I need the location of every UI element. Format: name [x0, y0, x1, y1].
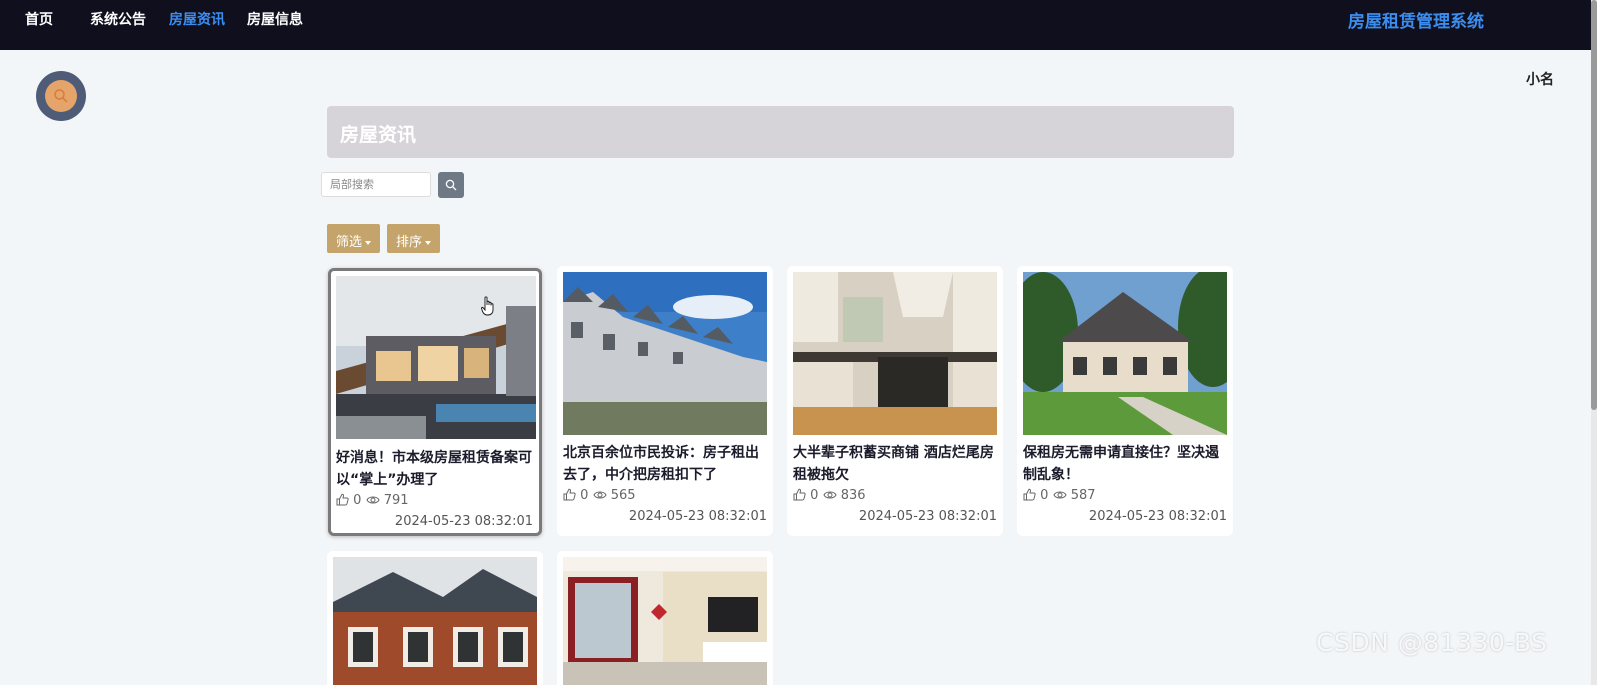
news-card-views: 565: [610, 488, 636, 503]
sort-dropdown-label: 排序: [396, 235, 423, 250]
brick-cottage-image: [333, 557, 537, 685]
news-card-title: 好消息！市本级房屋租赁备案可以“掌上”办理了: [336, 450, 532, 488]
news-card-date: 2024-05-23 08:32:01: [628, 509, 767, 524]
news-card-title: 保租房无需申请直接住？坚决遏制乱象！: [1023, 445, 1219, 483]
filter-dropdown-button[interactable]: 筛选: [327, 224, 381, 253]
eye-icon: [593, 491, 607, 499]
page-scrollbar-thumb[interactable]: [1591, 0, 1597, 410]
filter-dropdown-label: 筛选: [336, 235, 363, 250]
top-navbar: 首页 系统公告 房屋资讯 房屋信息 房屋租赁管理系统: [0, 0, 1597, 50]
news-card-image: [336, 276, 536, 439]
news-card-views: 791: [383, 493, 409, 508]
sort-dropdown-button[interactable]: 排序: [387, 224, 441, 253]
thumbs-up-icon: [563, 488, 576, 501]
kitchen-image: [793, 272, 997, 435]
floating-search-button[interactable]: [36, 71, 86, 121]
nav-item-home[interactable]: 首页: [25, 9, 53, 29]
news-card-image: [1023, 272, 1227, 435]
eye-icon: [366, 496, 380, 504]
thumbs-up-icon: [1023, 488, 1036, 501]
modern-villa-image: [336, 276, 536, 439]
news-card[interactable]: [327, 551, 543, 685]
news-card-title: 大半辈子积蓄买商铺 酒店烂尾房租被拖欠: [793, 445, 994, 483]
news-card-views: 836: [840, 488, 866, 503]
news-card-views: 587: [1070, 488, 1096, 503]
news-card-date: 2024-05-23 08:32:01: [1088, 509, 1227, 524]
news-card-image: [793, 272, 997, 435]
csdn-watermark: CSDN @81330-BS: [1316, 628, 1548, 657]
news-card[interactable]: 保租房无需申请直接住？坚决遏制乱象！ 0 587 2024-05-23 08:3…: [1017, 266, 1233, 536]
news-card-date: 2024-05-23 08:32:01: [394, 514, 533, 529]
news-card-image: [563, 272, 767, 435]
news-card-likes: 0: [1040, 488, 1049, 503]
eye-icon: [1053, 491, 1067, 499]
living-room-image: [563, 557, 767, 685]
caret-down-icon: [365, 240, 372, 245]
search-icon: [445, 179, 457, 191]
news-card-date: 2024-05-23 08:32:01: [858, 509, 997, 524]
caret-down-icon: [425, 240, 432, 245]
search-input[interactable]: [321, 172, 431, 197]
news-card-likes: 0: [810, 488, 819, 503]
news-card-stats: 0 587: [1023, 488, 1096, 503]
news-card[interactable]: 北京百余位市民投诉：房子租出去了，中介把房租扣下了 0 565 2024-05-…: [557, 266, 773, 536]
eye-icon: [823, 491, 837, 499]
suburban-house-image: [1023, 272, 1227, 435]
page-title-banner: 房屋资讯: [327, 106, 1234, 158]
system-brand-title: 房屋租赁管理系统: [1348, 12, 1484, 32]
thumbs-up-icon: [336, 493, 349, 506]
news-card-stats: 0 836: [793, 488, 866, 503]
hand-cursor-icon: [481, 296, 494, 316]
news-card-likes: 0: [353, 493, 362, 508]
username-label[interactable]: 小名: [1526, 69, 1554, 89]
news-card-image: [563, 557, 767, 685]
nav-item-announcements[interactable]: 系统公告: [90, 9, 146, 29]
news-card[interactable]: 大半辈子积蓄买商铺 酒店烂尾房租被拖欠 0 836 2024-05-23 08:…: [787, 266, 1003, 536]
nav-item-house-news[interactable]: 房屋资讯: [169, 9, 225, 29]
news-card[interactable]: 好消息！市本级房屋租赁备案可以“掌上”办理了 0 791 2024-05-23 …: [328, 268, 542, 536]
townhouses-image: [563, 272, 767, 435]
news-card-stats: 0 565: [563, 488, 636, 503]
search-icon: [54, 89, 68, 103]
news-card[interactable]: [557, 551, 773, 685]
floating-search-inner: [45, 80, 77, 112]
page-title: 房屋资讯: [340, 124, 417, 146]
news-card-title: 北京百余位市民投诉：房子租出去了，中介把房租扣下了: [563, 445, 759, 483]
thumbs-up-icon: [793, 488, 806, 501]
news-card-stats: 0 791: [336, 493, 409, 508]
nav-item-house-info[interactable]: 房屋信息: [247, 9, 303, 29]
news-card-likes: 0: [580, 488, 589, 503]
search-button[interactable]: [438, 172, 464, 198]
news-card-image: [333, 557, 537, 685]
